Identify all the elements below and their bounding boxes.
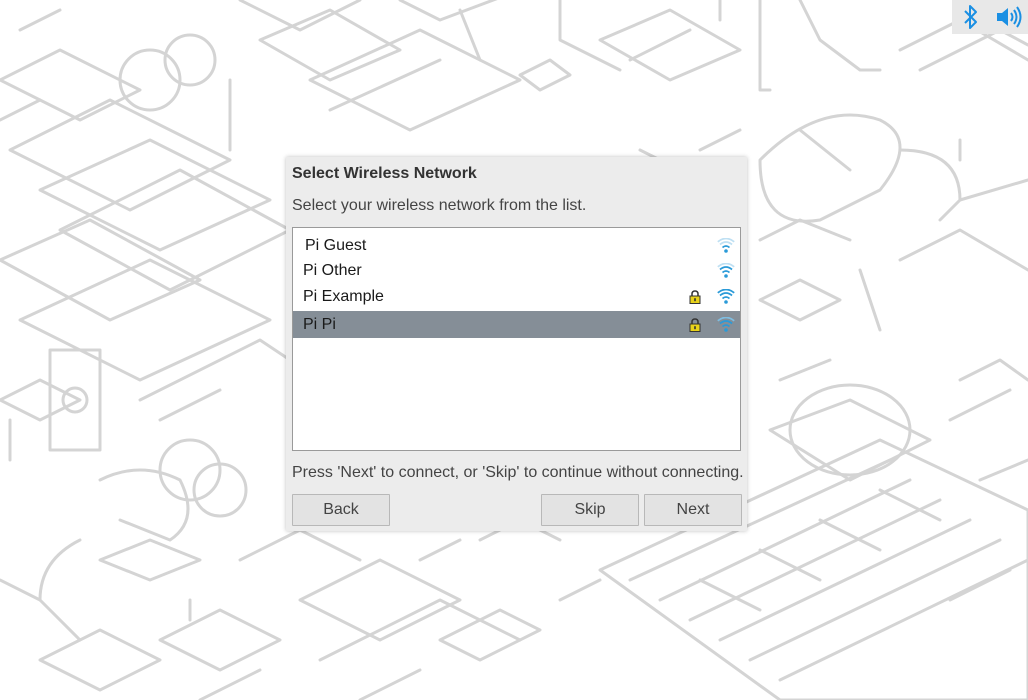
skip-button[interactable]: Skip: [541, 494, 639, 526]
network-name: Pi Pi: [303, 315, 336, 333]
network-item[interactable]: Pi Guest: [293, 232, 740, 259]
network-item[interactable]: Pi Other: [293, 257, 740, 284]
back-button[interactable]: Back: [292, 494, 390, 526]
wifi-signal-medium-icon: [717, 262, 735, 278]
wifi-signal-strong-icon: [717, 288, 735, 304]
connect-hint: Press 'Next' to connect, or 'Skip' to co…: [292, 464, 744, 481]
dialog-title: Select Wireless Network: [292, 165, 477, 182]
lock-icon: [689, 317, 701, 332]
dialog-instruction: Select your wireless network from the li…: [292, 197, 587, 214]
next-button[interactable]: Next: [644, 494, 742, 526]
network-name: Pi Other: [303, 261, 362, 279]
wifi-signal-weak-icon: [717, 237, 735, 253]
bluetooth-icon[interactable]: [957, 3, 985, 31]
network-name: Pi Example: [303, 287, 384, 305]
network-name: Pi Guest: [305, 236, 367, 254]
lock-icon: [689, 289, 701, 304]
network-item[interactable]: Pi Example: [293, 283, 740, 310]
network-item-selected[interactable]: Pi Pi: [293, 311, 740, 338]
wireless-network-dialog: Select Wireless Network Select your wire…: [286, 157, 747, 531]
system-tray: [952, 0, 1028, 34]
wifi-signal-strong-icon: [717, 316, 735, 332]
network-list[interactable]: Pi Guest Pi Other Pi Example Pi Pi: [292, 227, 741, 451]
volume-icon[interactable]: [995, 3, 1023, 31]
